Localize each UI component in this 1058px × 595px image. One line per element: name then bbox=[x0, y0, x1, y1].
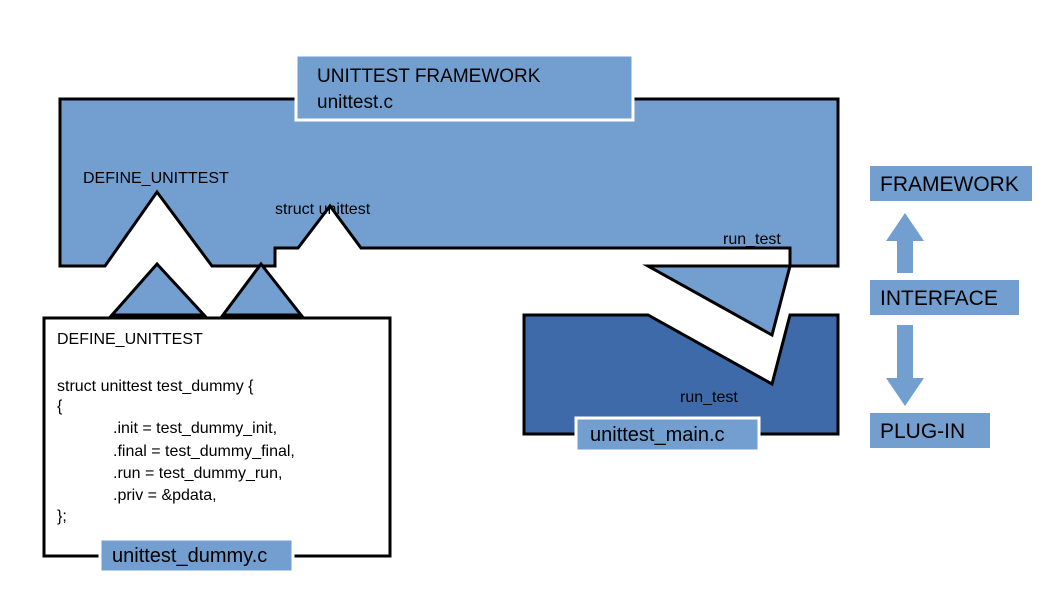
code-line3: { bbox=[57, 398, 63, 415]
title-box: UNITTEST FRAMEWORK unittest.c bbox=[296, 55, 633, 120]
code-line4: .init = test_dummy_init, bbox=[113, 420, 277, 437]
right-labels-group: FRAMEWORK INTERFACE PLUG-IN bbox=[870, 166, 1032, 448]
code-line6: .run = test_dummy_run, bbox=[113, 465, 282, 482]
plugin-main-box: run_test bbox=[524, 315, 838, 434]
define-unittest-label-top: DEFINE_UNITTEST bbox=[83, 170, 229, 187]
plugin-label: PLUG-IN bbox=[880, 420, 965, 443]
dummy-file-label-box: unittest_dummy.c bbox=[100, 539, 293, 572]
triangles-group bbox=[112, 264, 301, 315]
main-file-label-box: unittest_main.c bbox=[576, 418, 759, 451]
up-arrow-icon bbox=[886, 213, 924, 273]
main-file-label: unittest_main.c bbox=[590, 424, 725, 446]
code-line7: .priv = &pdata, bbox=[113, 487, 217, 504]
interface-label: INTERFACE bbox=[880, 287, 998, 310]
framework-label: FRAMEWORK bbox=[880, 173, 1019, 196]
code-line1: DEFINE_UNITTEST bbox=[57, 331, 203, 348]
code-line2: struct unittest test_dummy { bbox=[57, 378, 254, 395]
title-line1: UNITTEST FRAMEWORK bbox=[317, 66, 541, 87]
diagram-canvas: UNITTEST FRAMEWORK unittest.c DEFINE_UNI… bbox=[0, 0, 1058, 595]
run-test-label-top: run_test bbox=[723, 231, 781, 248]
struct-unittest-label-top: struct unittest bbox=[275, 201, 371, 218]
run-test-label-bottom: run_test bbox=[680, 389, 738, 406]
dummy-file-label: unittest_dummy.c bbox=[112, 545, 267, 567]
title-line2: unittest.c bbox=[317, 92, 393, 113]
down-arrow-icon bbox=[886, 325, 924, 406]
code-box: DEFINE_UNITTEST struct unittest test_dum… bbox=[44, 318, 390, 556]
code-line8: }; bbox=[57, 508, 67, 525]
triangle-struct bbox=[223, 264, 301, 315]
code-line5: .final = test_dummy_final, bbox=[113, 443, 295, 460]
triangle-define bbox=[112, 264, 204, 315]
